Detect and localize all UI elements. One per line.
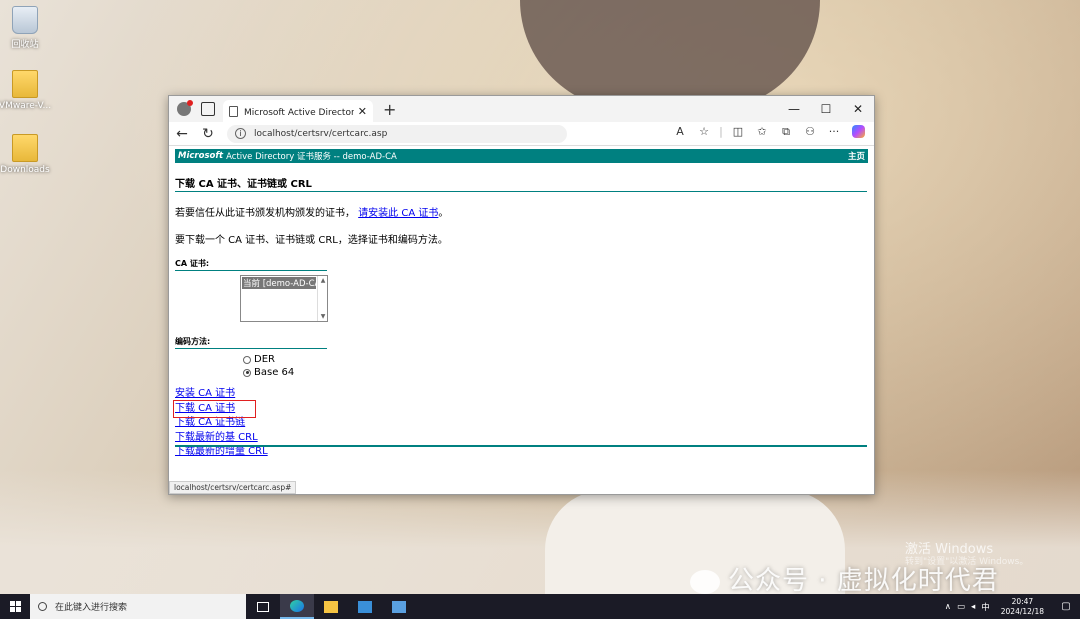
encoding-der[interactable]: DER bbox=[243, 353, 868, 366]
url-text: localhost/certsrv/certcarc.asp bbox=[254, 128, 388, 139]
extension-icon[interactable]: ⚇ bbox=[798, 125, 822, 141]
wechat-text: 公众号 · 虚拟化时代君 bbox=[728, 566, 999, 596]
wechat-watermark: 公众号 · 虚拟化时代君 bbox=[690, 560, 999, 597]
new-tab-button[interactable]: + bbox=[383, 100, 396, 119]
page-header-bar: Microsoft Active Directory 证书服务 -- demo-… bbox=[175, 149, 868, 163]
footer-divider bbox=[175, 445, 867, 447]
copilot-icon[interactable] bbox=[846, 125, 870, 141]
start-button[interactable] bbox=[0, 594, 30, 619]
ca-cert-option[interactable]: 当前 [demo-AD-CA] bbox=[242, 277, 316, 289]
trust-text: 若要信任从此证书颁发机构颁发的证书， bbox=[175, 208, 355, 219]
admin-tools-icon bbox=[392, 600, 406, 613]
header-service: Active Directory 证书服务 -- demo-AD-CA bbox=[226, 152, 397, 162]
collections-icon[interactable]: ⧉ bbox=[774, 125, 798, 141]
tab-actions-icon[interactable] bbox=[201, 102, 215, 116]
tab-title: Microsoft Active Directory 证书服 bbox=[244, 107, 354, 118]
scroll-up-icon[interactable]: ▲ bbox=[318, 277, 328, 284]
web-page: Microsoft Active Directory 证书服务 -- demo-… bbox=[173, 149, 868, 479]
edge-taskbar-button[interactable] bbox=[280, 594, 314, 619]
trust-end: 。 bbox=[438, 208, 449, 219]
status-url: localhost/certsrv/certcarc.asp# bbox=[169, 481, 297, 494]
file-explorer-icon bbox=[324, 600, 338, 613]
download-ca-cert-link[interactable]: 下载 CA 证书 bbox=[173, 399, 256, 418]
install-ca-cert-link-2[interactable]: 安装 CA 证书 bbox=[175, 387, 868, 402]
system-tray: ∧ ▭ ◂ 中 20:47 2024/12/18 ▢ bbox=[942, 597, 1080, 617]
desktop-icon-vmware[interactable]: VMware-V... bbox=[0, 70, 55, 111]
page-title: 下载 CA 证书、证书链或 CRL bbox=[175, 175, 867, 192]
encoding-base64[interactable]: Base 64 bbox=[243, 366, 868, 379]
address-bar[interactable]: i localhost/certsrv/certcarc.asp bbox=[227, 124, 567, 143]
browser-window: Microsoft Active Directory 证书服 ✕ + — ☐ ✕… bbox=[168, 95, 875, 495]
refresh-icon[interactable]: ↻ bbox=[195, 126, 221, 142]
clock[interactable]: 20:47 2024/12/18 bbox=[1001, 597, 1044, 617]
task-view-icon bbox=[257, 601, 269, 612]
install-ca-cert-link[interactable]: 请安装此 CA 证书 bbox=[358, 208, 438, 219]
encoding-label: 编码方法: bbox=[175, 336, 327, 349]
split-screen-icon[interactable]: ◫ bbox=[726, 125, 750, 141]
clock-time: 20:47 bbox=[1011, 596, 1034, 606]
instruction-text: 要下载一个 CA 证书、证书链或 CRL，选择证书和编码方法。 bbox=[175, 235, 448, 246]
desktop-icon-recycle-bin[interactable]: 回收站 bbox=[0, 6, 55, 50]
windows-logo-icon bbox=[9, 601, 21, 612]
base64-label: Base 64 bbox=[254, 367, 295, 378]
back-icon[interactable]: ← bbox=[169, 126, 195, 142]
favorite-star-icon[interactable]: ☆ bbox=[692, 125, 716, 141]
browser-titlebar: Microsoft Active Directory 证书服 ✕ + — ☐ ✕ bbox=[169, 96, 874, 122]
page-icon bbox=[229, 105, 238, 117]
site-info-icon[interactable]: i bbox=[235, 128, 246, 139]
der-label: DER bbox=[254, 354, 275, 365]
favorites-icon[interactable]: ✩ bbox=[750, 125, 774, 141]
trust-paragraph: 若要信任从此证书颁发机构颁发的证书， 请安装此 CA 证书。 bbox=[175, 204, 868, 219]
base64-radio[interactable] bbox=[243, 368, 251, 377]
encoding-options: DER Base 64 bbox=[175, 353, 868, 379]
edge-icon bbox=[290, 599, 304, 612]
download-delta-crl-link[interactable]: 下载最新的增量 CRL bbox=[175, 445, 868, 460]
desktop-icon-label: Downloads bbox=[0, 165, 50, 175]
ca-cert-label: CA 证书: bbox=[175, 258, 327, 271]
close-button[interactable]: ✕ bbox=[842, 96, 874, 122]
ime-indicator[interactable]: 中 bbox=[981, 601, 990, 613]
download-links: 安装 CA 证书 下载 CA 证书 下载 CA 证书链 下载最新的基 CRL 下… bbox=[173, 387, 868, 460]
ca-cert-listbox[interactable]: 当前 [demo-AD-CA] ▲ ▼ bbox=[240, 275, 328, 322]
recycle-bin-icon bbox=[12, 6, 38, 34]
browser-toolbar: A ☆ | ◫ ✩ ⧉ ⚇ ··· bbox=[668, 125, 870, 141]
taskbar: 在此键入进行搜索 ∧ ▭ ◂ 中 20:47 2024/12/18 ▢ bbox=[0, 594, 1080, 619]
header-brand: Microsoft bbox=[178, 151, 224, 161]
wechat-icon bbox=[690, 569, 720, 594]
server-manager-taskbar-button[interactable] bbox=[348, 594, 382, 619]
zip-folder-icon bbox=[12, 70, 38, 98]
minimize-button[interactable]: — bbox=[778, 96, 810, 122]
read-aloud-icon[interactable]: A bbox=[668, 125, 692, 141]
admin-tools-taskbar-button[interactable] bbox=[382, 594, 416, 619]
browser-tab[interactable]: Microsoft Active Directory 证书服 ✕ bbox=[223, 100, 373, 122]
clock-date: 2024/12/18 bbox=[1000, 606, 1044, 616]
desktop-icon-label: VMware-V... bbox=[0, 101, 52, 111]
network-icon[interactable]: ▭ bbox=[957, 602, 965, 612]
download-base-crl-link[interactable]: 下载最新的基 CRL bbox=[175, 431, 868, 446]
notification-icon[interactable]: ▢ bbox=[1055, 601, 1077, 612]
server-manager-icon bbox=[358, 600, 372, 613]
volume-icon[interactable]: ◂ bbox=[971, 602, 975, 612]
search-placeholder: 在此键入进行搜索 bbox=[55, 603, 128, 613]
search-icon bbox=[38, 602, 47, 611]
maximize-button[interactable]: ☐ bbox=[810, 96, 842, 122]
close-tab-icon[interactable]: ✕ bbox=[358, 105, 367, 118]
listbox-scrollbar[interactable]: ▲ ▼ bbox=[317, 276, 327, 321]
folder-icon bbox=[12, 134, 38, 162]
window-controls: — ☐ ✕ bbox=[778, 96, 874, 122]
task-view-button[interactable] bbox=[246, 594, 280, 619]
explorer-taskbar-button[interactable] bbox=[314, 594, 348, 619]
taskbar-search[interactable]: 在此键入进行搜索 bbox=[30, 594, 246, 619]
scroll-down-icon[interactable]: ▼ bbox=[318, 313, 328, 320]
download-ca-chain-link[interactable]: 下载 CA 证书链 bbox=[175, 416, 868, 431]
home-link[interactable]: 主页 bbox=[848, 150, 865, 162]
desktop-icon-label: 回收站 bbox=[11, 40, 39, 50]
der-radio[interactable] bbox=[243, 355, 251, 364]
chevron-up-icon[interactable]: ∧ bbox=[945, 602, 951, 612]
more-menu-icon[interactable]: ··· bbox=[822, 125, 846, 141]
toolbar-divider: | bbox=[719, 125, 723, 138]
profile-icon[interactable] bbox=[177, 100, 193, 116]
desktop-icon-downloads[interactable]: Downloads bbox=[0, 134, 55, 175]
